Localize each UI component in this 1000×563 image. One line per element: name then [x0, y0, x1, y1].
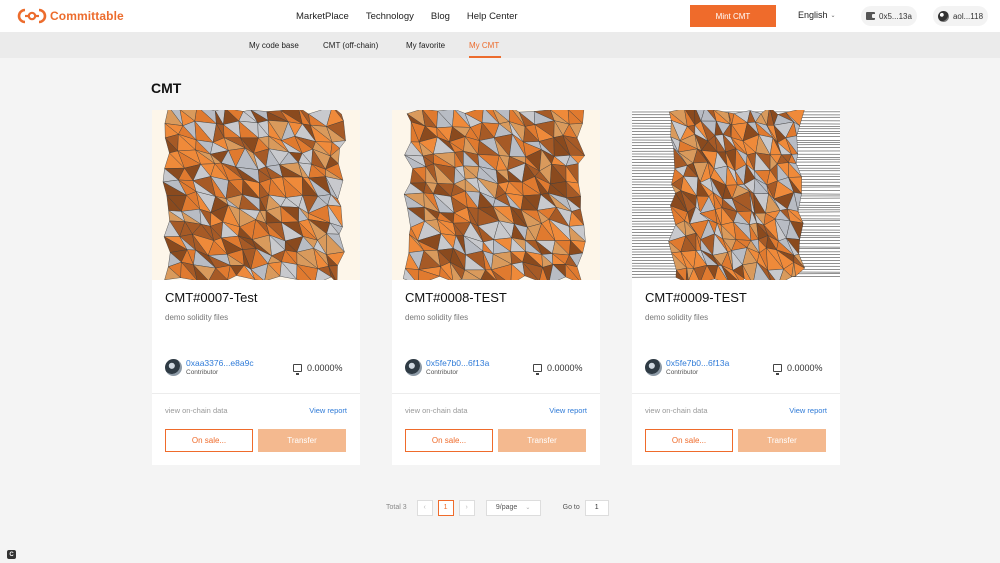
contributor-avatar	[165, 359, 182, 376]
cmt-artwork[interactable]	[152, 110, 360, 280]
transfer-button[interactable]: Transfer	[498, 429, 586, 452]
language-selector[interactable]: English ⌄	[798, 10, 836, 20]
nav-marketplace[interactable]: MarketPlace	[296, 11, 349, 22]
sub-nav: My code base CMT (off-chain) My favorite…	[0, 32, 1000, 58]
contributor-role: Contributor	[426, 369, 459, 376]
page-title: CMT	[151, 80, 182, 96]
share-value: 0.0000%	[547, 363, 583, 373]
brand-name: Committable	[50, 9, 124, 23]
divider	[632, 393, 840, 394]
page-size-value: 9/page	[495, 504, 518, 511]
on-sale-button[interactable]: On sale...	[165, 429, 253, 452]
contributor-address-link[interactable]: 0x5fe7b0...6f13a	[426, 358, 489, 368]
on-sale-button[interactable]: On sale...	[645, 429, 733, 452]
card-title: CMT#0007-Test	[165, 290, 258, 305]
view-on-chain-link[interactable]: view on-chain data	[165, 406, 228, 415]
corner-app-icon[interactable]: C	[7, 550, 16, 559]
goto-page-input[interactable]: 1	[584, 499, 609, 516]
share-value: 0.0000%	[787, 363, 823, 373]
tab-my-code-base[interactable]: My code base	[249, 41, 299, 50]
contributor-role: Contributor	[186, 369, 219, 376]
divider	[152, 393, 360, 394]
share-info: 0.0000%	[773, 363, 823, 375]
nav-technology[interactable]: Technology	[366, 11, 414, 22]
transfer-button[interactable]: Transfer	[258, 429, 346, 452]
cmt-artwork-image	[632, 110, 840, 280]
card-title: CMT#0008-TEST	[405, 290, 507, 305]
wallet-icon	[866, 12, 877, 20]
chevron-down-icon: ⌄	[525, 505, 531, 511]
user-avatar	[937, 10, 949, 22]
pagination-total: Total 3	[386, 504, 407, 511]
pagination: Total 3 ‹ 1 › 9/page ⌄ Go to 1	[386, 499, 609, 516]
cmt-artwork-image	[403, 110, 586, 280]
monitor-icon	[773, 364, 782, 375]
card-description: demo solidity files	[405, 313, 469, 322]
tab-cmt-off-chain[interactable]: CMT (off-chain)	[323, 41, 378, 50]
page-number-button[interactable]: 1	[437, 499, 454, 516]
wallet-button[interactable]: 0x5...13a	[861, 6, 917, 26]
top-navbar: Committable MarketPlace Technology Blog …	[0, 0, 1000, 32]
prev-page-button[interactable]: ‹	[416, 499, 433, 516]
monitor-icon	[533, 364, 542, 375]
goto-label: Go to	[562, 504, 580, 511]
card-description: demo solidity files	[645, 313, 709, 322]
transfer-button[interactable]: Transfer	[738, 429, 826, 452]
cmt-card[interactable]: CMT#0009-TEST demo solidity files 0x5fe7…	[632, 110, 840, 465]
account-button[interactable]: aol...118	[933, 6, 988, 26]
logo[interactable]: Committable	[17, 8, 124, 24]
card-title: CMT#0009-TEST	[645, 290, 747, 305]
next-page-button[interactable]: ›	[458, 499, 475, 516]
contributor: 0xaa3376...e8a9c Contributor	[165, 358, 254, 377]
monitor-icon	[293, 364, 302, 375]
contributor-address-link[interactable]: 0xaa3376...e8a9c	[186, 358, 254, 368]
view-on-chain-link[interactable]: view on-chain data	[405, 406, 468, 415]
view-report-link[interactable]: View report	[309, 406, 347, 415]
contributor: 0x5fe7b0...6f13a Contributor	[405, 358, 489, 377]
page-size-select[interactable]: 9/page ⌄	[485, 499, 541, 516]
share-info: 0.0000%	[293, 363, 343, 375]
view-report-link[interactable]: View report	[549, 406, 587, 415]
contributor-avatar	[645, 359, 662, 376]
cmt-artwork[interactable]	[392, 110, 600, 280]
view-report-link[interactable]: View report	[789, 406, 827, 415]
card-description: demo solidity files	[165, 313, 229, 322]
contributor-avatar	[405, 359, 422, 376]
share-info: 0.0000%	[533, 363, 583, 375]
active-tab-indicator	[469, 56, 501, 58]
cmt-card[interactable]: CMT#0007-Test demo solidity files 0xaa33…	[152, 110, 360, 465]
tab-my-cmt[interactable]: My CMT	[469, 41, 499, 50]
wallet-address: 0x5...13a	[879, 11, 912, 21]
main-nav: MarketPlace Technology Blog Help Center	[296, 0, 535, 32]
chevron-down-icon: ⌄	[830, 12, 836, 19]
on-sale-button[interactable]: On sale...	[405, 429, 493, 452]
contributor-address-link[interactable]: 0x5fe7b0...6f13a	[666, 358, 729, 368]
nav-help-center[interactable]: Help Center	[467, 11, 518, 22]
account-name: aol...118	[952, 11, 984, 21]
tab-my-favorite[interactable]: My favorite	[406, 41, 445, 50]
cmt-card[interactable]: CMT#0008-TEST demo solidity files 0x5fe7…	[392, 110, 600, 465]
share-value: 0.0000%	[307, 363, 343, 373]
mint-cmt-button[interactable]: Mint CMT	[690, 5, 776, 27]
contributor-role: Contributor	[666, 369, 699, 376]
view-on-chain-link[interactable]: view on-chain data	[645, 406, 708, 415]
divider	[392, 393, 600, 394]
cmt-artwork[interactable]	[632, 110, 840, 280]
language-label: English	[798, 10, 828, 20]
cmt-artwork-image	[162, 110, 347, 280]
nav-blog[interactable]: Blog	[431, 11, 450, 22]
contributor: 0x5fe7b0...6f13a Contributor	[645, 358, 729, 377]
committable-logo-icon	[17, 8, 47, 24]
